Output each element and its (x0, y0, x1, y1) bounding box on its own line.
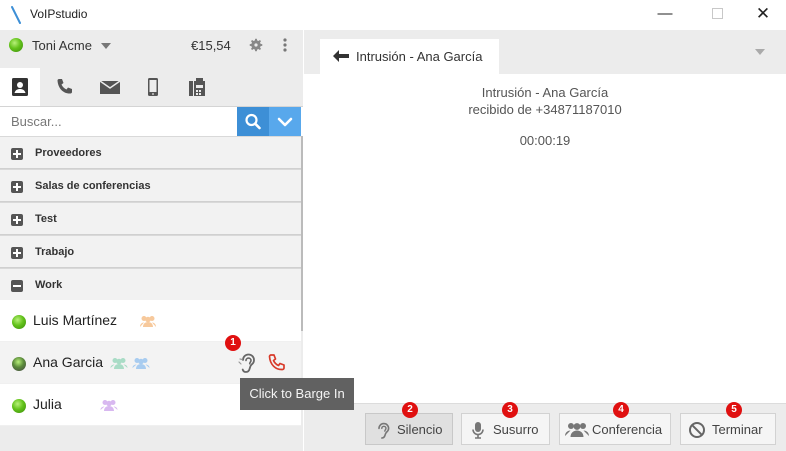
app-window: VoIPstudio — ✕ Toni Acme €15,54 Buscar..… (0, 0, 786, 451)
settings-gear-icon[interactable] (248, 37, 264, 53)
search-options-button[interactable] (269, 107, 301, 136)
ban-circle-icon (689, 422, 705, 438)
contact-name: Ana Garcia (33, 354, 104, 370)
active-call-tab[interactable]: Intrusión - Ana García (320, 39, 499, 74)
presence-online-icon (12, 315, 26, 329)
search-bar (0, 106, 303, 136)
step-badge-2: 2 (402, 402, 418, 418)
call-details: Intrusión - Ana García recibido de +3487… (304, 84, 786, 149)
expand-plus-icon[interactable] (11, 247, 23, 259)
microphone-icon (472, 422, 484, 439)
step-badge-3: 3 (502, 402, 518, 418)
call-timer: 00:00:19 (519, 133, 571, 148)
group-label: Salas de conferencias (35, 180, 151, 192)
expand-plus-icon[interactable] (11, 214, 23, 226)
call-action-bar: Silencio Susurro Conferencia Terminar (304, 403, 786, 451)
group-people-icon (100, 400, 118, 411)
arrow-left-icon[interactable] (332, 49, 350, 63)
barge-in-tooltip: Click to Barge In (240, 378, 354, 410)
call-title: Intrusión - Ana García (481, 85, 609, 100)
tab-list-dropdown-icon[interactable] (755, 49, 765, 55)
contact-name: Luis Martínez (33, 312, 118, 328)
group-row[interactable]: Work (0, 268, 301, 301)
ear-icon (378, 422, 390, 439)
group-row[interactable]: Salas de conferencias (0, 169, 301, 202)
call-tab-bar: Intrusión - Ana García (304, 30, 786, 74)
silence-label: Silencio (397, 422, 443, 437)
conference-label: Conferencia (592, 422, 663, 437)
chevron-down-icon (277, 117, 293, 127)
step-badge-1: 1 (225, 335, 241, 351)
close-button[interactable]: ✕ (748, 4, 778, 24)
mobile-phone-icon (148, 78, 158, 96)
expand-plus-icon[interactable] (11, 181, 23, 193)
contact-row-luis[interactable]: Luis Martínez (0, 300, 301, 342)
tab-fax[interactable] (177, 68, 217, 106)
hangup-label: Terminar (712, 422, 763, 437)
group-people-icon (140, 316, 156, 327)
tab-contacts[interactable] (0, 68, 40, 106)
tab-calls[interactable] (45, 68, 85, 106)
account-bar: Toni Acme €15,54 (0, 30, 303, 60)
account-balance: €15,54 (191, 38, 231, 53)
presence-status-icon[interactable] (9, 38, 23, 52)
group-people-icon (132, 358, 150, 369)
minimize-button[interactable]: — (650, 4, 680, 24)
more-menu-icon[interactable] (281, 37, 289, 53)
phone-icon (57, 79, 72, 94)
step-badge-5: 5 (726, 402, 742, 418)
envelope-icon (99, 80, 121, 94)
group-row[interactable]: Trabajo (0, 235, 301, 268)
search-button[interactable] (237, 107, 269, 136)
tab-mobile[interactable] (133, 68, 173, 106)
account-name[interactable]: Toni Acme (32, 38, 92, 53)
barge-in-ear-icon[interactable] (237, 352, 257, 374)
contacts-book-icon (12, 78, 28, 96)
window-title: VoIPstudio (30, 7, 88, 21)
presence-online-icon (12, 399, 26, 413)
tab-messages[interactable] (89, 68, 129, 106)
conference-button[interactable]: Conferencia (559, 413, 671, 445)
group-label: Work (35, 279, 63, 291)
group-people-icon (110, 358, 128, 369)
app-logo-icon (11, 6, 21, 24)
contact-name: Julia (33, 396, 62, 412)
account-dropdown-icon[interactable] (101, 43, 111, 49)
maximize-button[interactable] (702, 4, 732, 24)
fax-icon (189, 78, 205, 96)
contact-groups: Proveedores Salas de conferencias Test T… (0, 136, 301, 301)
search-input[interactable] (1, 108, 235, 135)
collapse-minus-icon[interactable] (11, 280, 23, 292)
call-phone-icon[interactable] (267, 353, 287, 373)
call-tab-label: Intrusión - Ana García (356, 49, 483, 64)
expand-plus-icon[interactable] (11, 148, 23, 160)
left-tab-bar (0, 68, 303, 106)
title-bar: VoIPstudio — ✕ (0, 0, 786, 30)
step-badge-4: 4 (613, 402, 629, 418)
whisper-button[interactable]: Susurro (461, 413, 550, 445)
presence-busy-icon (12, 357, 26, 371)
call-panel: Intrusión - Ana García Intrusión - Ana G… (304, 30, 786, 451)
hangup-button[interactable]: Terminar (680, 413, 776, 445)
group-label: Proveedores (35, 147, 102, 159)
contact-list-scrollbar[interactable] (301, 136, 303, 331)
call-caller: recibido de +34871187010 (468, 102, 622, 117)
conference-people-icon (565, 423, 589, 437)
search-icon (245, 113, 261, 130)
group-row[interactable]: Test (0, 202, 301, 235)
group-row[interactable]: Proveedores (0, 136, 301, 169)
group-label: Test (35, 213, 57, 225)
maximize-icon (711, 8, 723, 19)
group-label: Trabajo (35, 246, 75, 258)
whisper-label: Susurro (493, 422, 539, 437)
